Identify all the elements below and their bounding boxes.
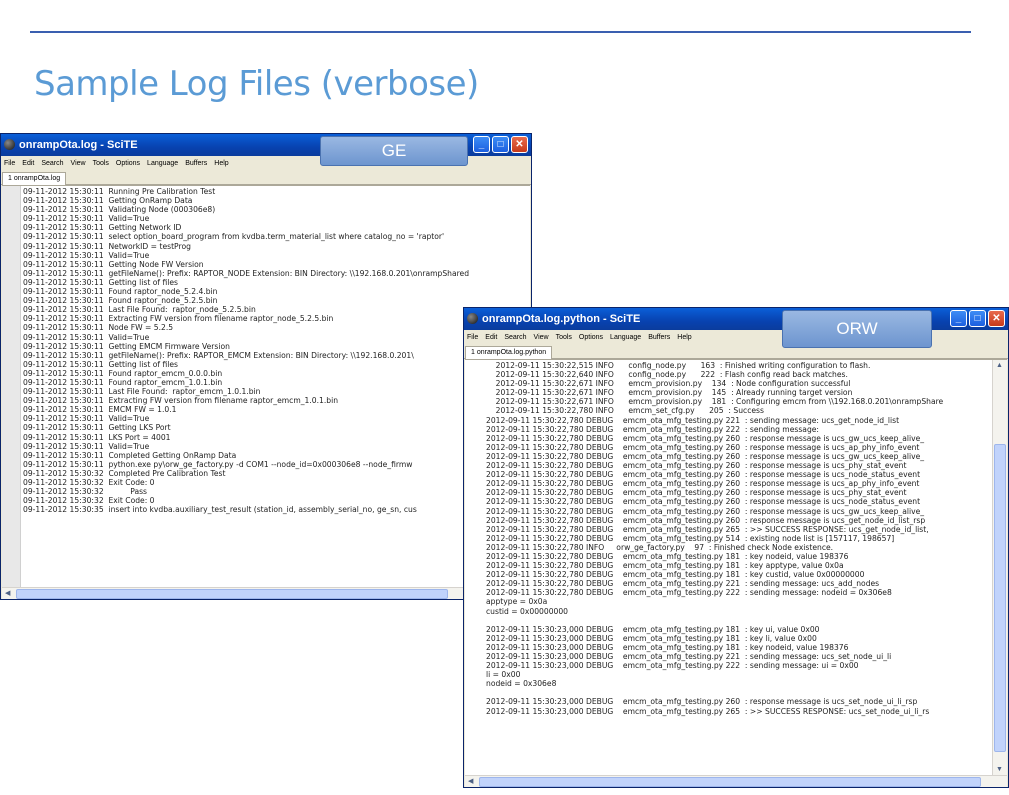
scroll-left-icon[interactable]: ◀ [468,776,473,787]
menu-options[interactable]: Options [579,330,603,345]
close-icon[interactable]: ✕ [511,136,528,153]
ge-window-title: onrampOta.log - SciTE [19,139,138,151]
close-icon[interactable]: ✕ [988,310,1005,327]
ge-log-text[interactable]: 09-11-2012 15:30:11 Running Pre Calibrat… [23,187,469,514]
ge-editor[interactable]: 09-11-2012 15:30:11 Running Pre Calibrat… [2,185,530,599]
scroll-up-icon[interactable]: ▲ [996,360,1003,372]
menu-search[interactable]: Search [504,330,526,345]
orw-log-text[interactable]: 2012-09-11 15:30:22,515 INFO config_node… [486,361,943,716]
menu-language[interactable]: Language [610,330,641,345]
orw-horizontal-scrollbar[interactable]: ◀ [465,775,1007,787]
minimize-icon[interactable]: _ [473,136,490,153]
orw-file-tab[interactable]: 1 onrampOta.log.python [465,346,553,359]
ge-horizontal-scrollbar[interactable]: ◀ [2,587,530,599]
ge-label: GE [320,136,468,166]
scite-app-icon [467,313,478,324]
menu-language[interactable]: Language [147,156,178,171]
top-divider [30,31,971,33]
menu-edit[interactable]: Edit [485,330,497,345]
ge-gutter [2,186,21,599]
menu-view[interactable]: View [534,330,549,345]
minimize-icon[interactable]: _ [950,310,967,327]
ge-tabstrip: 1 onrampOta.log [1,171,531,185]
scite-app-icon [4,139,15,150]
maximize-icon[interactable]: □ [492,136,509,153]
menu-tools[interactable]: Tools [556,330,572,345]
orw-scite-window: onrampOta.log.python - SciTE _ □ ✕ File … [463,307,1009,788]
orw-label: ORW [782,310,932,348]
orw-vertical-scrollbar[interactable]: ▲ ▼ [992,360,1007,776]
menu-tools[interactable]: Tools [93,156,109,171]
menu-buffers[interactable]: Buffers [648,330,670,345]
slide-title: Sample Log Files (verbose) [34,64,479,104]
menu-options[interactable]: Options [116,156,140,171]
maximize-icon[interactable]: □ [969,310,986,327]
ge-scite-window: onrampOta.log - SciTE _ □ ✕ File Edit Se… [0,133,532,600]
menu-help[interactable]: Help [214,156,228,171]
menu-search[interactable]: Search [41,156,63,171]
menu-edit[interactable]: Edit [22,156,34,171]
scroll-left-icon[interactable]: ◀ [5,588,10,599]
menu-view[interactable]: View [71,156,86,171]
orw-hscroll-thumb[interactable] [479,777,981,787]
menu-file[interactable]: File [4,156,15,171]
menu-file[interactable]: File [467,330,478,345]
orw-window-title: onrampOta.log.python - SciTE [482,313,641,325]
ge-hscroll-thumb[interactable] [16,589,448,599]
menu-help[interactable]: Help [677,330,691,345]
orw-editor[interactable]: 2012-09-11 15:30:22,515 INFO config_node… [465,359,1007,787]
menu-buffers[interactable]: Buffers [185,156,207,171]
ge-file-tab[interactable]: 1 onrampOta.log [2,172,67,185]
orw-vscroll-thumb[interactable] [994,444,1006,752]
